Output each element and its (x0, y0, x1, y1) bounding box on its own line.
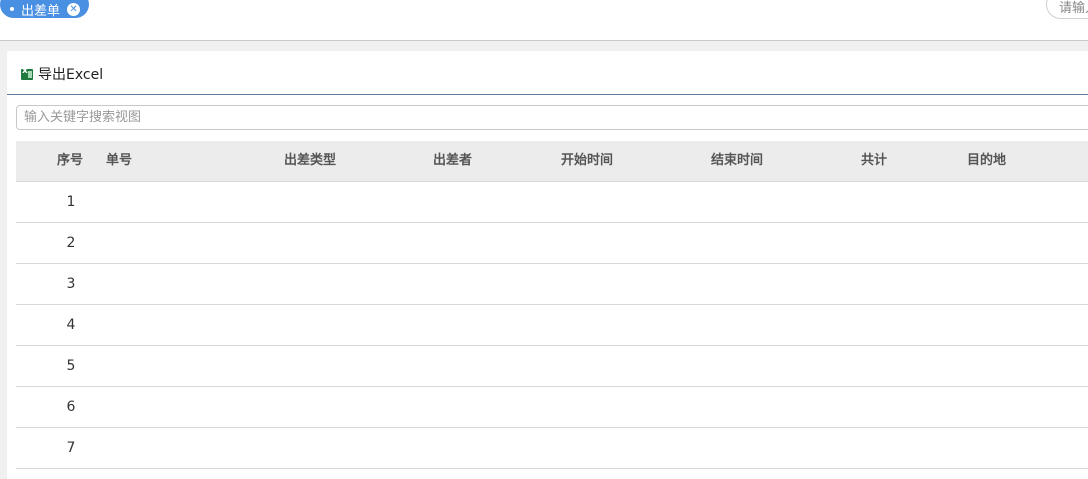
row-number: 3 (66, 276, 76, 292)
table-row[interactable]: 2 (16, 223, 1088, 264)
row-number: 5 (66, 358, 76, 374)
table-row[interactable]: 4 (16, 305, 1088, 346)
table-row[interactable]: 3 (16, 264, 1088, 305)
tab-label: 出差单 (21, 3, 61, 19)
view-panel: 导出Excel 序号 单号 出差类型 出差者 开始时间 结束时间 共计 目的地 … (7, 51, 1088, 479)
excel-icon (21, 66, 33, 80)
table-row[interactable]: 7 (16, 428, 1088, 469)
table-row[interactable]: 6 (16, 387, 1088, 428)
row-number: 2 (66, 235, 76, 251)
column-header-destination[interactable]: 目的地 (967, 141, 1006, 181)
export-excel-label: 导出Excel (38, 67, 104, 83)
tab-bar: 出差单 ✕ 请输入 (0, 0, 1088, 41)
data-table: 序号 单号 出差类型 出差者 开始时间 结束时间 共计 目的地 1 2 3 4 … (16, 141, 1088, 469)
column-header-end-time[interactable]: 结束时间 (711, 141, 763, 181)
toolbar: 导出Excel (7, 51, 1088, 95)
row-number: 4 (66, 317, 76, 333)
table-header: 序号 单号 出差类型 出差者 开始时间 结束时间 共计 目的地 (16, 141, 1088, 182)
active-dot-icon (10, 7, 14, 11)
column-header-start-time[interactable]: 开始时间 (561, 141, 613, 181)
column-header-traveler[interactable]: 出差者 (433, 141, 472, 181)
table-row[interactable]: 5 (16, 346, 1088, 387)
column-header-seq[interactable]: 序号 (57, 141, 83, 181)
search-input[interactable] (16, 105, 1088, 130)
tab-business-trip[interactable]: 出差单 ✕ (0, 0, 89, 19)
row-number: 6 (66, 399, 76, 415)
column-header-trip-type[interactable]: 出差类型 (284, 141, 336, 181)
row-number: 7 (66, 440, 76, 456)
top-search-input[interactable]: 请输入 (1046, 0, 1088, 19)
row-number: 1 (66, 194, 76, 210)
table-row[interactable]: 1 (16, 182, 1088, 223)
column-header-total[interactable]: 共计 (861, 141, 887, 181)
column-header-number[interactable]: 单号 (106, 141, 132, 181)
close-icon[interactable]: ✕ (67, 2, 81, 16)
export-excel-button[interactable]: 导出Excel (21, 64, 103, 84)
